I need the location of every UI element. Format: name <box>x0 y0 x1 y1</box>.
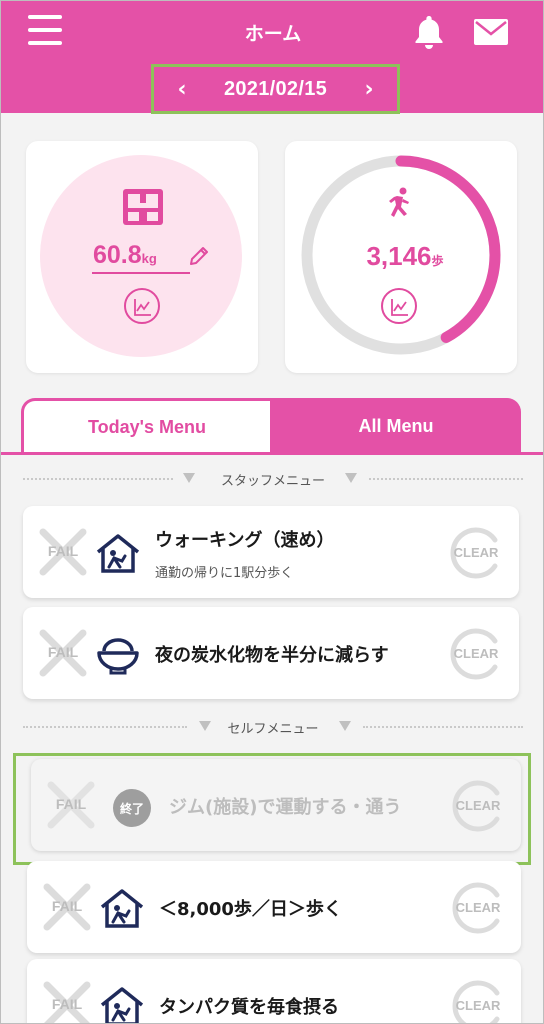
list-item[interactable]: FAIL 夜の炭水化物を半分に減らす CLEAR <box>23 607 519 699</box>
divider-dots <box>363 726 523 728</box>
fail-button[interactable]: FAIL <box>37 526 89 578</box>
weight-graph-button[interactable] <box>124 288 160 324</box>
fail-label: FAIL <box>51 898 83 914</box>
steps-unit: 歩 <box>431 254 444 268</box>
list-item[interactable]: FAIL タンパク質を毎食摂る CLEAR <box>27 959 521 1023</box>
item-title: タンパク質を毎食摂る <box>159 997 339 1018</box>
section-divider-staff: スタッフメニュー <box>23 469 523 489</box>
home-exercise-icon <box>100 889 144 928</box>
rice-bowl-icon <box>97 638 139 675</box>
app-screen: ホーム ‹ 2021/02/15 › 60.8kg 3,146歩 Today's… <box>0 0 544 1024</box>
current-date: 2021/02/15 <box>223 77 328 100</box>
clear-button[interactable]: CLEAR <box>451 881 505 935</box>
highlight-box <box>13 753 531 865</box>
clear-button[interactable]: CLEAR <box>449 627 503 681</box>
menu-tabs: Today's Menu All Menu <box>21 398 521 454</box>
fail-button[interactable]: FAIL <box>37 627 89 679</box>
divider-dots <box>369 478 523 480</box>
fail-label: FAIL <box>51 996 83 1012</box>
home-exercise-icon <box>96 534 140 573</box>
page-title: ホーム <box>244 23 302 45</box>
list-item[interactable]: FAIL ウォーキング（速め） 通勤の帰りに1駅分歩く CLEAR <box>23 506 519 598</box>
triangle-icon <box>345 473 357 483</box>
date-navigator: ‹ 2021/02/15 › <box>151 64 400 114</box>
steps-graph-button[interactable] <box>381 288 417 324</box>
chart-icon <box>391 299 408 316</box>
pencil-icon[interactable] <box>187 244 211 268</box>
clear-button[interactable]: CLEAR <box>449 526 503 580</box>
tab-todays-menu[interactable]: Today's Menu <box>21 398 273 454</box>
prev-date-button[interactable]: ‹ <box>172 77 192 102</box>
next-date-button[interactable]: › <box>359 77 379 102</box>
triangle-icon <box>339 721 351 731</box>
fail-button[interactable]: FAIL <box>41 881 93 933</box>
bell-icon[interactable] <box>411 13 447 51</box>
tab-underline <box>1 452 543 455</box>
mail-icon[interactable] <box>473 18 509 46</box>
clear-label: CLEAR <box>453 646 499 661</box>
steps-value: 3,146歩 <box>350 241 460 272</box>
fail-button[interactable]: FAIL <box>41 979 93 1023</box>
clear-button[interactable]: CLEAR <box>451 979 505 1023</box>
running-icon <box>389 187 409 217</box>
scale-icon <box>123 189 163 225</box>
steps-number: 3,146 <box>366 241 432 271</box>
item-title: 夜の炭水化物を半分に減らす <box>155 645 389 666</box>
clear-label: CLEAR <box>455 998 501 1013</box>
clear-label: CLEAR <box>453 545 499 560</box>
item-title: ＜8,000歩／日＞歩く <box>159 899 342 920</box>
clear-label: CLEAR <box>455 900 501 915</box>
fail-label: FAIL <box>47 644 79 660</box>
weight-card[interactable]: 60.8kg <box>26 141 258 373</box>
item-title: ウォーキング（速め） <box>155 530 335 551</box>
list-item[interactable]: FAIL ＜8,000歩／日＞歩く CLEAR <box>27 861 521 953</box>
weight-underline <box>92 272 190 274</box>
weight-unit: kg <box>141 251 157 266</box>
header-bar: ホーム ‹ 2021/02/15 › <box>1 1 543 114</box>
chart-icon <box>134 299 151 316</box>
section-divider-self: セルフメニュー <box>23 717 523 737</box>
fail-label: FAIL <box>47 543 79 559</box>
weight-number: 60.8 <box>93 241 142 269</box>
item-subtitle: 通勤の帰りに1駅分歩く <box>155 566 294 581</box>
tab-all-menu[interactable]: All Menu <box>271 398 521 454</box>
home-exercise-icon <box>100 987 144 1023</box>
steps-card[interactable]: 3,146歩 <box>285 141 517 373</box>
